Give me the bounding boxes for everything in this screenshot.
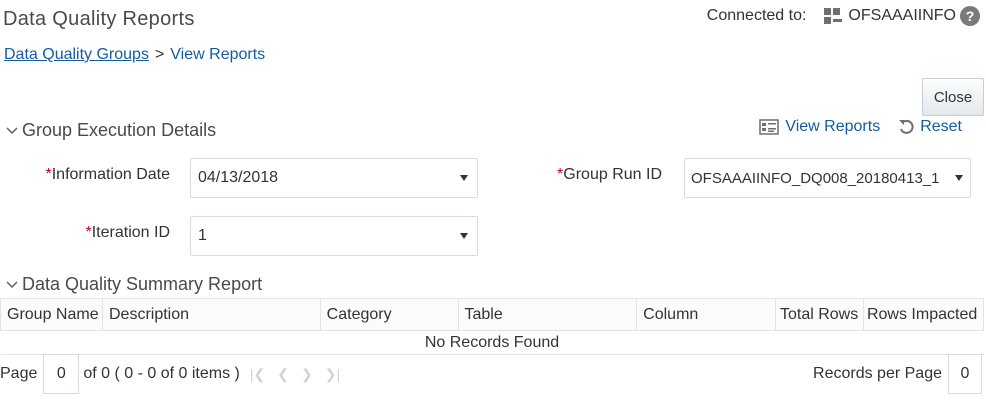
view-reports-label: View Reports xyxy=(785,118,881,135)
page-summary: of 0 ( 0 - 0 of 0 items ) xyxy=(83,365,240,382)
prev-page-icon[interactable]: ❮ xyxy=(277,366,289,383)
view-reports-button[interactable]: View Reports xyxy=(759,118,880,136)
group-run-id-value: OFSAAAIINFO_DQ008_20180413_1 xyxy=(691,169,940,187)
column-header-rows-impacted[interactable]: Rows Impacted xyxy=(862,298,985,331)
records-per-page: Records per Page 0 xyxy=(813,354,982,394)
view-reports-icon xyxy=(759,119,780,135)
group-execution-header[interactable]: Group Execution Details xyxy=(0,120,216,141)
empty-message: No Records Found xyxy=(0,330,984,355)
reset-label: Reset xyxy=(920,118,962,135)
dropdown-caret-icon xyxy=(460,175,468,181)
connected-label: Connected to: xyxy=(706,7,807,24)
chevron-down-icon xyxy=(6,126,18,134)
group-execution-title: Group Execution Details xyxy=(22,120,217,140)
column-header-table[interactable]: Table xyxy=(457,298,638,331)
information-date-value: 04/13/2018 xyxy=(198,169,279,186)
table-header-row: Group Name Description Category Table Co… xyxy=(0,298,985,331)
iteration-id-select[interactable]: 1 xyxy=(190,216,478,256)
dropdown-caret-icon xyxy=(460,233,468,239)
page-number-input[interactable]: 0 xyxy=(43,354,80,394)
page-navigation: |❮ ❮ ❯ ❯| xyxy=(250,366,352,383)
information-date-text: Information Date xyxy=(51,166,170,183)
column-header-group-name[interactable]: Group Name xyxy=(0,298,103,331)
pagination: Page 0 of 0 ( 0 - 0 of 0 items ) |❮ ❮ ❯ … xyxy=(0,354,352,394)
breadcrumb: Data Quality Groups > View Reports xyxy=(4,46,265,64)
column-header-category[interactable]: Category xyxy=(319,298,459,331)
breadcrumb-current: View Reports xyxy=(170,46,266,63)
summary-report-header[interactable]: Data Quality Summary Report xyxy=(0,274,262,295)
next-page-icon[interactable]: ❯ xyxy=(301,366,313,383)
group-run-id-text: Group Run ID xyxy=(563,166,662,183)
help-icon[interactable]: ? xyxy=(960,6,980,26)
summary-table: Group Name Description Category Table Co… xyxy=(0,298,985,355)
grid-icon xyxy=(824,8,843,24)
group-run-id-label: *Group Run ID xyxy=(520,166,662,184)
group-run-id-select[interactable]: OFSAAAIINFO_DQ008_20180413_1 xyxy=(684,158,971,198)
iteration-id-text: Iteration ID xyxy=(91,224,170,241)
column-header-column[interactable]: Column xyxy=(636,298,776,331)
records-per-page-input[interactable]: 0 xyxy=(948,354,982,394)
information-date-label: *Information Date xyxy=(20,166,170,184)
chevron-down-icon xyxy=(6,280,18,288)
close-button[interactable]: Close xyxy=(922,78,984,116)
records-per-page-label: Records per Page xyxy=(813,365,942,382)
first-page-icon[interactable]: |❮ xyxy=(250,366,265,383)
iteration-id-value: 1 xyxy=(198,227,207,244)
breadcrumb-link-data-quality-groups[interactable]: Data Quality Groups xyxy=(4,46,149,64)
information-date-select[interactable]: 04/13/2018 xyxy=(190,158,478,198)
iteration-id-label: *Iteration ID xyxy=(20,224,171,242)
summary-report-title: Data Quality Summary Report xyxy=(22,274,263,294)
reset-button[interactable]: Reset xyxy=(898,118,962,136)
column-header-description[interactable]: Description xyxy=(101,298,321,331)
server-name: OFSAAAIINFO xyxy=(848,7,956,24)
breadcrumb-separator: > xyxy=(154,46,165,63)
table-row: No Records Found xyxy=(0,330,984,355)
section-toolbar: View Reports Reset xyxy=(741,118,962,136)
last-page-icon[interactable]: ❯| xyxy=(325,366,340,383)
reset-icon xyxy=(899,119,914,134)
connection-info: Connected to: OFSAAAIINFO ? xyxy=(707,6,980,26)
page-title: Data Quality Reports xyxy=(3,8,195,30)
column-header-total-rows[interactable]: Total Rows xyxy=(774,298,864,331)
dropdown-caret-icon xyxy=(955,175,963,181)
page-label: Page xyxy=(0,365,38,382)
